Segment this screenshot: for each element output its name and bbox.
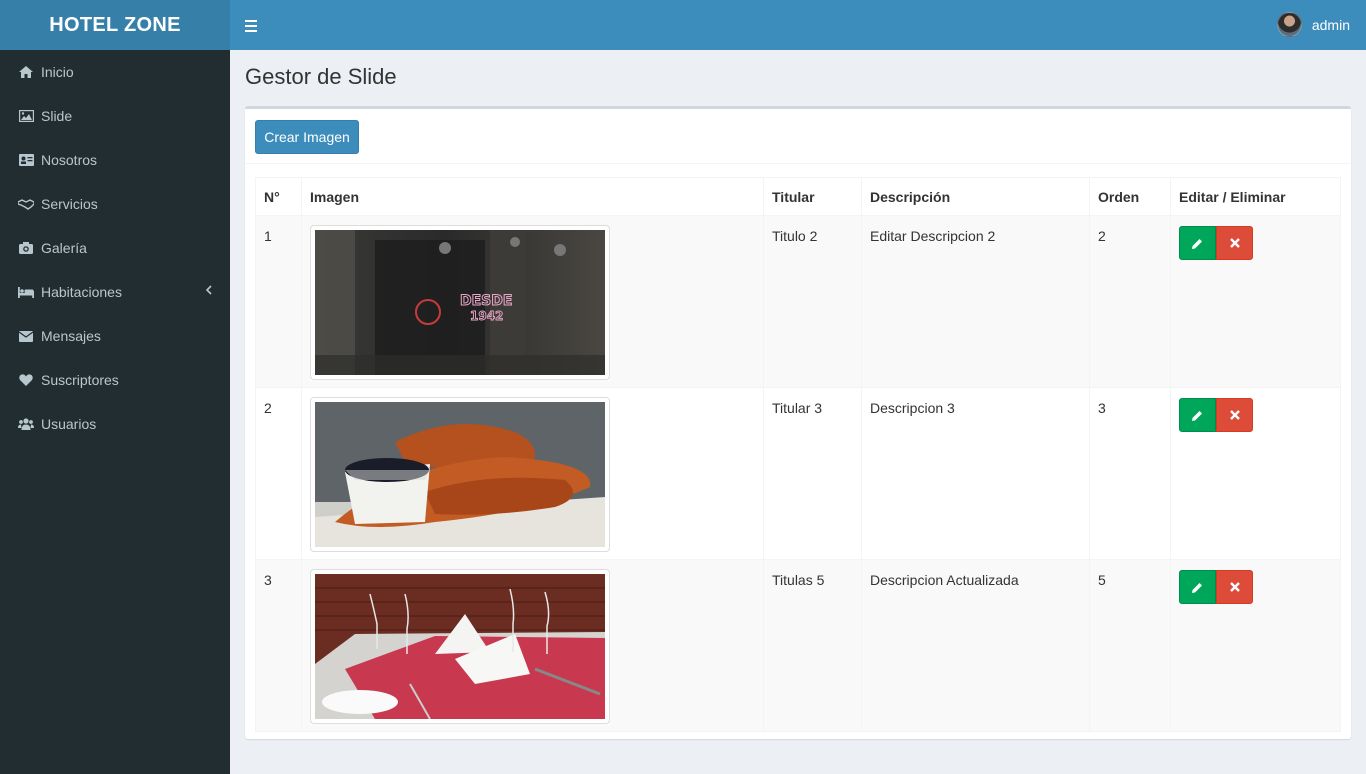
table-row: 3 Titulas 5 Descripcion Actualizada 5 xyxy=(255,559,1341,732)
handshake-icon xyxy=(18,197,34,211)
sidebar-item-nosotros[interactable]: Nosotros xyxy=(0,138,230,182)
image-cell: DESDE 1942 xyxy=(301,215,764,388)
column-header-image[interactable]: Imagen xyxy=(301,177,764,216)
edit-button[interactable] xyxy=(1179,570,1216,604)
row-order: 2 xyxy=(1089,215,1171,388)
slide-table: N° Imagen Titular Descripción Orden Edit… xyxy=(255,177,1341,732)
sidebar: Inicio Slide Nosotros Servicios Galería … xyxy=(0,50,230,774)
pencil-icon xyxy=(1192,410,1202,421)
sidebar-item-label: Suscriptores xyxy=(41,372,119,388)
column-header-number[interactable]: N° xyxy=(255,177,302,216)
create-image-button[interactable]: Crear Imagen xyxy=(255,120,359,154)
sidebar-item-label: Nosotros xyxy=(41,152,98,168)
row-title: Titulo 2 xyxy=(763,215,862,388)
column-header-order[interactable]: Orden xyxy=(1089,177,1171,216)
home-icon xyxy=(18,65,34,79)
top-navbar: admin xyxy=(230,0,1366,50)
neon-sign-line2: 1942 xyxy=(470,309,503,323)
heart-icon xyxy=(18,373,34,387)
action-buttons xyxy=(1179,398,1332,432)
action-buttons xyxy=(1179,226,1332,260)
column-header-actions[interactable]: Editar / Eliminar xyxy=(1170,177,1341,216)
envelope-icon xyxy=(18,329,34,343)
sidebar-item-galeria[interactable]: Galería xyxy=(0,226,230,270)
image-icon xyxy=(18,109,34,123)
action-buttons xyxy=(1179,570,1332,604)
image-cell xyxy=(301,387,764,560)
sidebar-item-label: Slide xyxy=(41,108,73,124)
sidebar-item-suscriptores[interactable]: Suscriptores xyxy=(0,358,230,402)
row-number: 3 xyxy=(255,559,302,732)
app-logo[interactable]: HOTEL ZONE xyxy=(0,0,230,50)
sidebar-item-habitaciones[interactable]: Habitaciones xyxy=(0,270,230,314)
actions-cell xyxy=(1170,559,1341,732)
column-header-title[interactable]: Titular xyxy=(763,177,862,216)
close-icon xyxy=(1229,238,1240,248)
sidebar-item-label: Usuarios xyxy=(41,416,97,432)
neon-sign-line1: DESDE xyxy=(460,293,512,309)
actions-cell xyxy=(1170,215,1341,388)
column-header-description[interactable]: Descripción xyxy=(861,177,1090,216)
slide-box: Crear Imagen N° Imagen Titular Descripci… xyxy=(245,106,1351,739)
row-description: Descripcion 3 xyxy=(861,387,1090,560)
avatar xyxy=(1276,12,1302,37)
slide-thumbnail xyxy=(310,397,610,552)
table-header-row: N° Imagen Titular Descripción Orden Edit… xyxy=(255,177,1341,216)
row-number: 2 xyxy=(255,387,302,560)
sidebar-item-slide[interactable]: Slide xyxy=(0,94,230,138)
delete-button[interactable] xyxy=(1216,570,1253,604)
row-description: Editar Descripcion 2 xyxy=(861,215,1090,388)
box-header: Crear Imagen xyxy=(245,109,1351,164)
sidebar-item-label: Inicio xyxy=(41,64,74,80)
delete-button[interactable] xyxy=(1216,398,1253,432)
row-order: 3 xyxy=(1089,387,1171,560)
sidebar-item-inicio[interactable]: Inicio xyxy=(0,50,230,94)
sidebar-item-label: Galería xyxy=(41,240,87,256)
actions-cell xyxy=(1170,387,1341,560)
chevron-left-icon xyxy=(205,284,212,298)
row-title: Titular 3 xyxy=(763,387,862,560)
users-icon xyxy=(18,417,34,431)
user-name: admin xyxy=(1311,16,1350,33)
slide-thumbnail: DESDE 1942 xyxy=(310,225,610,380)
sidebar-item-label: Habitaciones xyxy=(41,284,122,300)
camera-icon xyxy=(18,241,34,255)
slide-thumbnail xyxy=(310,569,610,724)
sidebar-item-label: Mensajes xyxy=(41,328,101,344)
bed-icon xyxy=(18,285,34,299)
user-menu[interactable]: admin xyxy=(1276,12,1350,37)
row-description: Descripcion Actualizada xyxy=(861,559,1090,732)
table-row: 2 Titular 3 Descripcion 3 3 xyxy=(255,387,1341,560)
close-icon xyxy=(1229,582,1240,592)
page-title: Gestor de Slide xyxy=(245,64,397,89)
pencil-icon xyxy=(1192,582,1202,593)
table-row: 1 DESDE 1942 Titulo 2 Editar Descripcion… xyxy=(255,215,1341,388)
id-card-icon xyxy=(18,153,34,167)
pencil-icon xyxy=(1192,238,1202,249)
edit-button[interactable] xyxy=(1179,226,1216,260)
row-order: 5 xyxy=(1089,559,1171,732)
row-title: Titulas 5 xyxy=(763,559,862,732)
image-cell xyxy=(301,559,764,732)
sidebar-item-label: Servicios xyxy=(41,196,98,212)
row-number: 1 xyxy=(255,215,302,388)
delete-button[interactable] xyxy=(1216,226,1253,260)
sidebar-toggle-icon[interactable] xyxy=(242,14,260,36)
edit-button[interactable] xyxy=(1179,398,1216,432)
sidebar-item-mensajes[interactable]: Mensajes xyxy=(0,314,230,358)
sidebar-item-usuarios[interactable]: Usuarios xyxy=(0,402,230,446)
close-icon xyxy=(1229,410,1240,420)
sidebar-item-servicios[interactable]: Servicios xyxy=(0,182,230,226)
